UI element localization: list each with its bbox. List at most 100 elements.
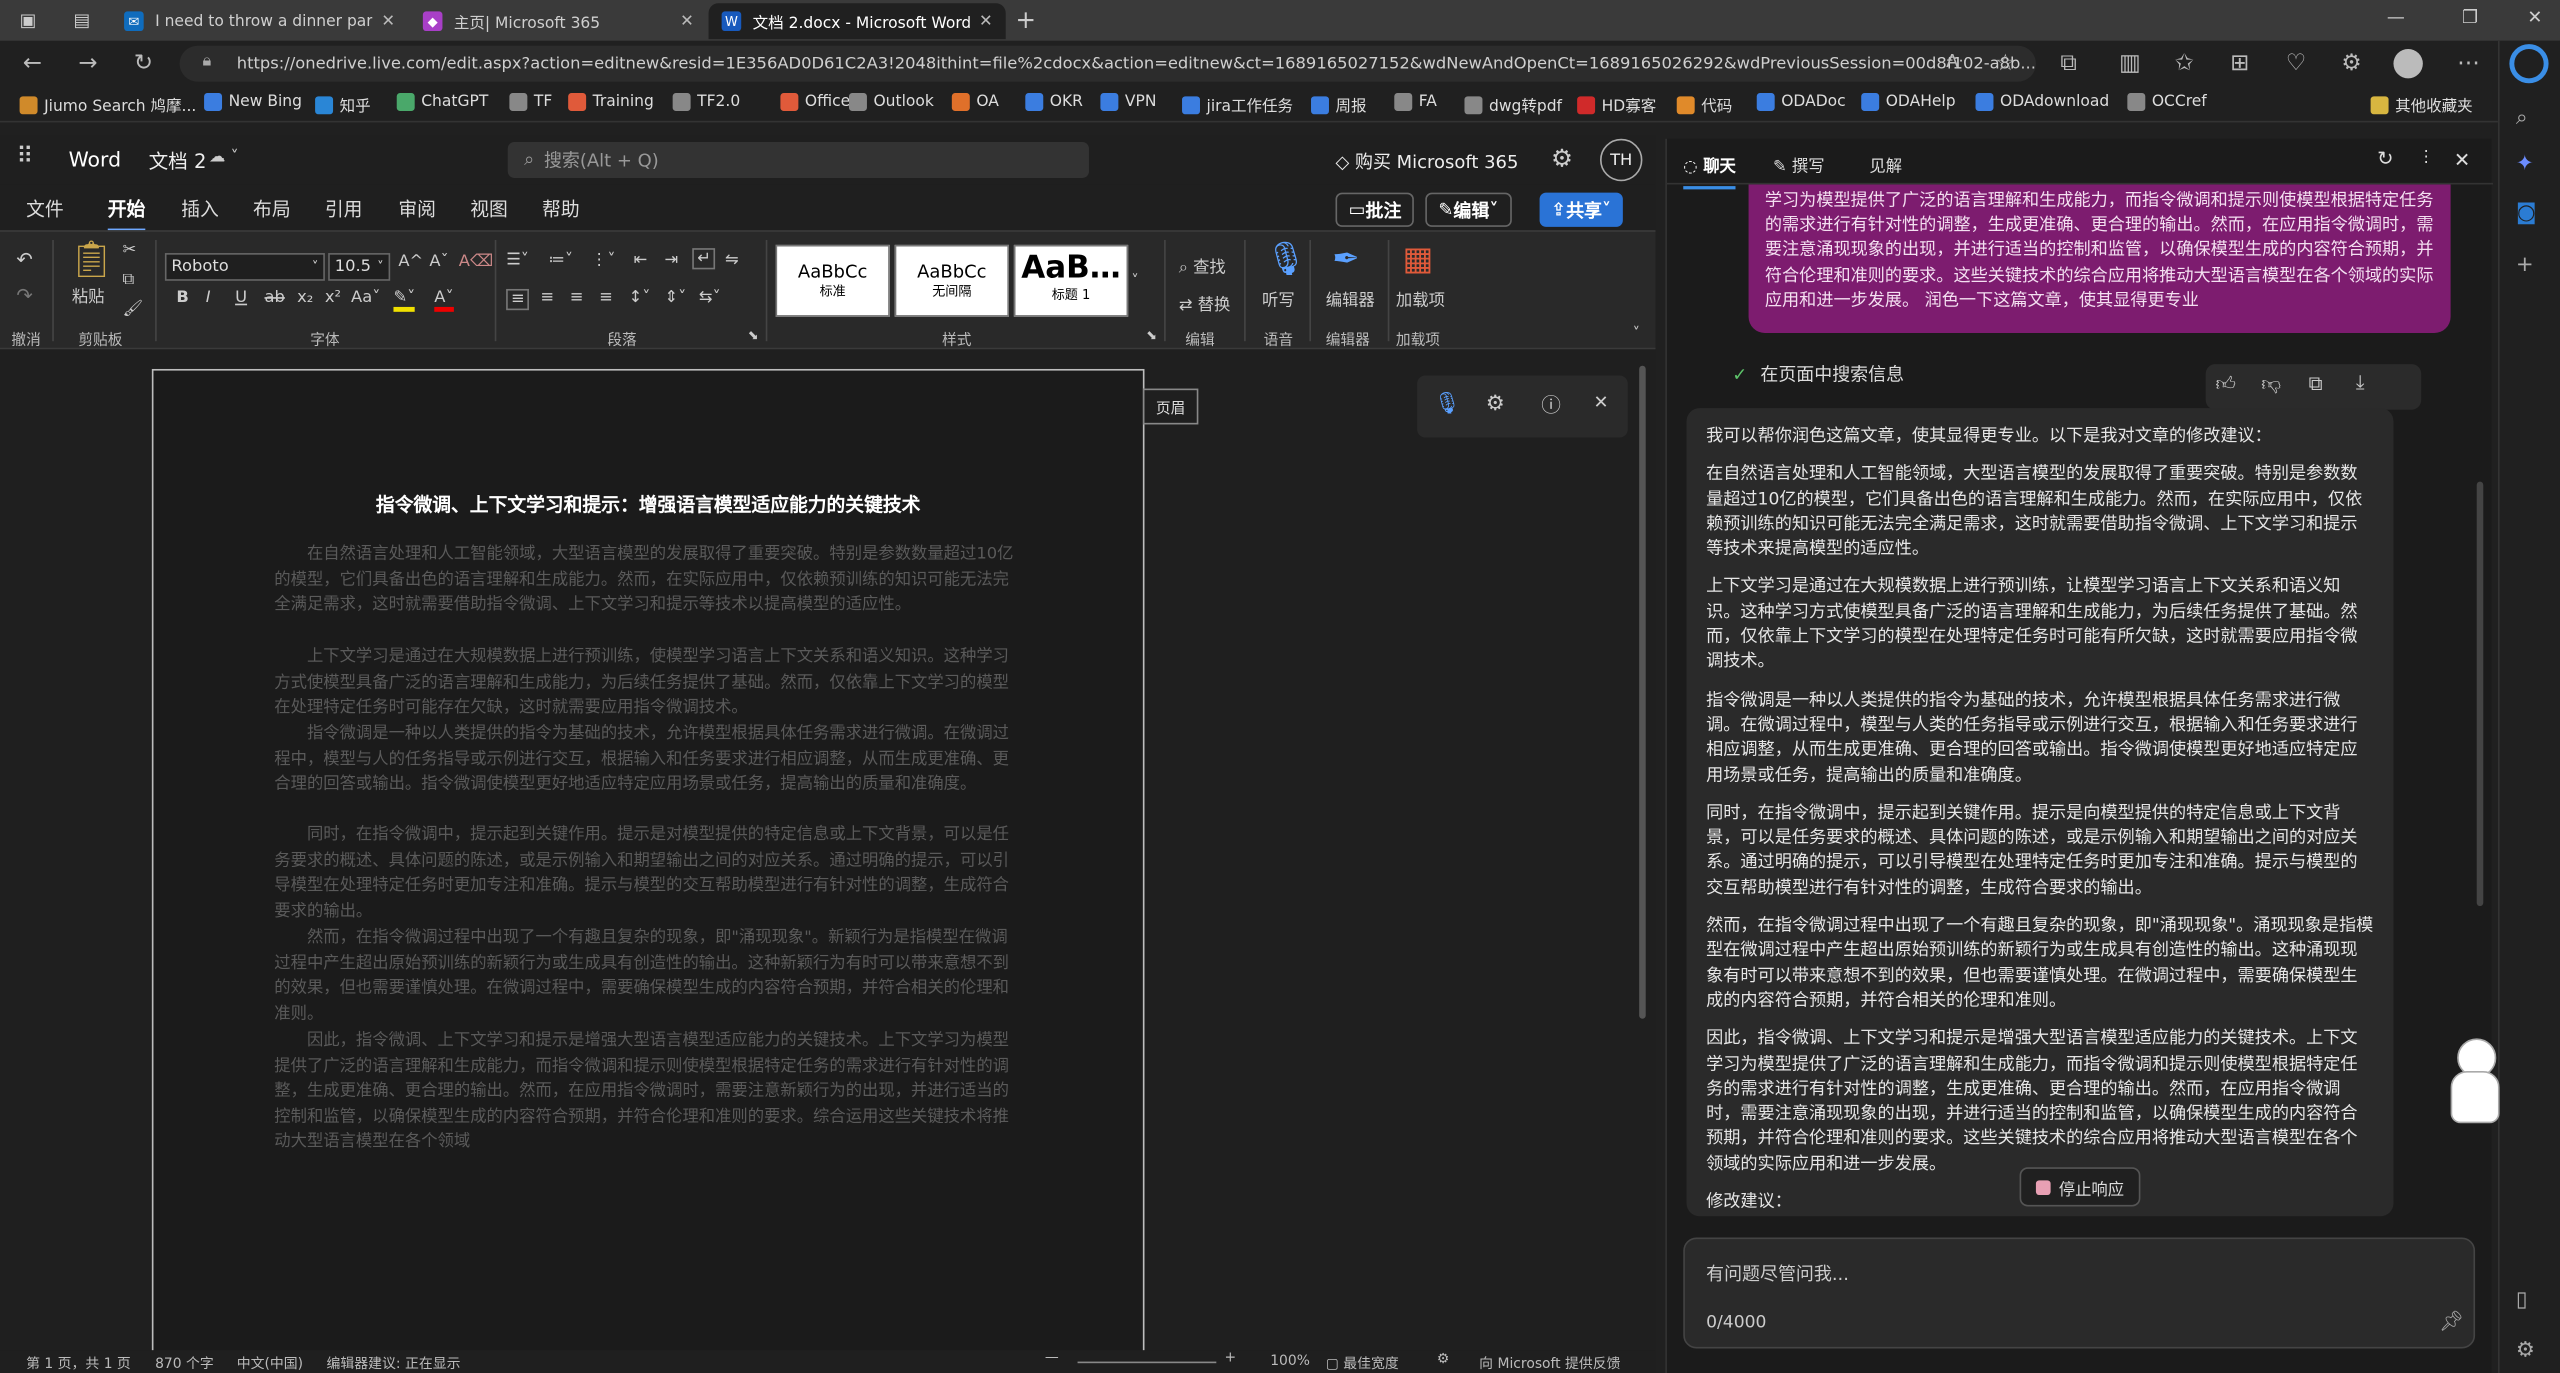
bookmark-item[interactable]: dwg转pdf bbox=[1464, 93, 1562, 116]
bookmark-item[interactable]: TF bbox=[509, 93, 552, 112]
shrink-font-icon[interactable]: Aˇ bbox=[429, 253, 448, 271]
font-name-select[interactable]: Roboto ˅ bbox=[164, 253, 325, 281]
tab-insert[interactable]: 插入 bbox=[181, 196, 219, 222]
clear-format-icon[interactable]: A⌫ bbox=[459, 253, 493, 271]
thumbs-up-icon[interactable]: 👍︎ bbox=[2216, 372, 2236, 396]
align-center-icon[interactable]: ≡ bbox=[540, 289, 554, 307]
paragraph[interactable]: 因此，指令微调、上下文学习和提示是增强大型语言模型适应能力的关键技术。上下文学习… bbox=[274, 1029, 1017, 1156]
paste-icon[interactable]: 📋︎ bbox=[69, 240, 115, 281]
zoom-slider[interactable] bbox=[1077, 1361, 1217, 1364]
multilevel-list-icon[interactable]: ⋮˅ bbox=[591, 251, 615, 269]
document-page[interactable]: 指令微调、上下文学习和提示：增强语言模型适应能力的关键技术 在自然语言处理和人工… bbox=[151, 368, 1145, 1373]
bookmark-item[interactable]: VPN bbox=[1100, 93, 1156, 112]
tab-file[interactable]: 文件 bbox=[26, 196, 64, 222]
browser-tab[interactable]: ✉ I need to throw a dinner party fo ✕ bbox=[111, 3, 408, 39]
help-icon[interactable]: ⓘ bbox=[1541, 390, 1561, 418]
share-button[interactable]: ⇪ 共享 ˅ bbox=[1539, 192, 1623, 227]
microphone-icon[interactable]: 🎙︎ bbox=[1265, 238, 1306, 277]
more-options-icon[interactable]: ⋮ bbox=[2418, 149, 2434, 167]
address-bar[interactable]: 🔒︎ https://onedrive.live.com/edit.aspx?a… bbox=[179, 45, 2036, 82]
pin-icon[interactable]: 📌︎ bbox=[2439, 1309, 2464, 1332]
zoom-out-icon[interactable]: — bbox=[1045, 1350, 1059, 1366]
bookmark-item[interactable]: ChatGPT bbox=[396, 93, 488, 112]
zoom-in-icon[interactable]: + bbox=[1224, 1350, 1236, 1366]
profile-avatar[interactable] bbox=[2393, 48, 2423, 79]
split-screen-icon[interactable]: ▥ bbox=[2119, 51, 2141, 77]
bullets-icon[interactable]: ☰˅ bbox=[506, 251, 529, 269]
collapse-ribbon-icon[interactable]: ˅ bbox=[1633, 327, 1640, 343]
settings-icon[interactable]: ⚙ bbox=[2516, 1339, 2535, 1363]
favorite-star-icon[interactable]: ☆ bbox=[1995, 51, 2016, 77]
thumbs-down-icon[interactable]: 👎︎ bbox=[2261, 372, 2281, 396]
comment-button[interactable]: ▭ 批注 bbox=[1335, 192, 1415, 227]
undo-icon[interactable]: ↶ bbox=[16, 248, 32, 271]
performance-icon[interactable]: ♡ bbox=[2286, 51, 2307, 77]
bookmark-item[interactable]: Outlook bbox=[848, 93, 934, 112]
format-painter-icon[interactable]: 🖌︎ bbox=[122, 300, 143, 318]
header-tag[interactable]: 页眉 bbox=[1142, 388, 1199, 425]
replace-button[interactable]: ⇄ 替换 bbox=[1179, 291, 1231, 315]
copy-icon[interactable]: ⧉ bbox=[2309, 372, 2323, 396]
extensions-icon[interactable]: ⧉ bbox=[2060, 51, 2076, 77]
bookmark-item[interactable]: Jiumo Search 鸠摩... bbox=[19, 93, 197, 116]
italic-icon[interactable]: I bbox=[206, 289, 211, 307]
bing-chat-icon[interactable] bbox=[2509, 44, 2549, 84]
paragraph[interactable]: 指令微调是一种以人类提供的指令为基础的技术，允许模型根据具体任务需求进行微调。在… bbox=[274, 722, 1017, 825]
tab-compose[interactable]: ✎ 撰写 bbox=[1773, 152, 1825, 176]
decrease-indent-icon[interactable]: ⇤ bbox=[633, 251, 647, 269]
underline-icon[interactable]: U bbox=[235, 289, 247, 307]
word-count[interactable]: 870 个字 bbox=[155, 1353, 214, 1373]
browser-essentials-icon[interactable]: ⚙ bbox=[2341, 51, 2362, 77]
bookmark-item[interactable]: OA bbox=[951, 93, 999, 112]
close-tab-icon[interactable]: ✕ bbox=[979, 12, 993, 30]
cut-icon[interactable]: ✂ bbox=[122, 242, 136, 260]
close-tab-icon[interactable]: ✕ bbox=[381, 12, 395, 30]
paste-label[interactable]: 粘贴 bbox=[72, 282, 105, 307]
search-icon[interactable]: ⌕ bbox=[2516, 106, 2528, 130]
search-box[interactable]: ⌕ 搜索(Alt + Q) bbox=[507, 142, 1089, 178]
paragraph-direction-icon[interactable]: ⇆˅ bbox=[699, 289, 721, 307]
addins-label[interactable]: 加载项 bbox=[1396, 286, 1445, 310]
bookmark-item[interactable]: FA bbox=[1394, 93, 1437, 112]
dictate-label[interactable]: 听写 bbox=[1262, 286, 1295, 310]
bookmark-item[interactable]: 知乎 bbox=[315, 93, 371, 116]
copy-icon[interactable]: ⧉ bbox=[122, 271, 134, 289]
language[interactable]: 中文(中国) bbox=[237, 1353, 303, 1373]
increase-indent-icon[interactable]: ⇥ bbox=[664, 251, 678, 269]
style-normal[interactable]: AaBbCc 标准 bbox=[775, 244, 890, 317]
bookmark-item[interactable]: ODAdownload bbox=[1975, 93, 2109, 112]
paragraph-spacing-icon[interactable]: ⇕˅ bbox=[664, 289, 686, 307]
find-button[interactable]: ⌕ 查找 bbox=[1179, 253, 1226, 278]
focus-icon[interactable]: ⚙ bbox=[1437, 1352, 1449, 1368]
tab-view[interactable]: 视图 bbox=[470, 196, 508, 222]
font-color-icon[interactable]: A˅ bbox=[434, 289, 454, 312]
change-case-icon[interactable]: Aa˅ bbox=[351, 289, 380, 307]
bookmark-item[interactable]: 代码 bbox=[1676, 93, 1732, 116]
bookmark-item[interactable]: HD寡客 bbox=[1577, 93, 1656, 116]
refresh-icon[interactable]: ↻ bbox=[134, 51, 153, 77]
browser-tab[interactable]: ◆ 主页| Microsoft 365 ✕ bbox=[410, 3, 707, 39]
app-name[interactable]: Word bbox=[69, 147, 121, 171]
new-tab-icon[interactable]: + bbox=[1016, 5, 1037, 34]
restore-icon[interactable]: ❐ bbox=[2462, 7, 2478, 28]
document-name[interactable]: 文档 2 bbox=[149, 147, 207, 175]
bookmark-item[interactable]: Office bbox=[780, 93, 850, 112]
tab-references[interactable]: 引用 bbox=[325, 196, 363, 222]
superscript-icon[interactable]: x² bbox=[325, 289, 341, 307]
numbering-icon[interactable]: ≔˅ bbox=[549, 251, 573, 269]
microphone-icon[interactable]: 🎙︎ bbox=[1433, 392, 1460, 416]
user-avatar[interactable]: TH bbox=[1599, 138, 1643, 182]
tab-help[interactable]: 帮助 bbox=[542, 196, 580, 222]
close-tab-icon[interactable]: ✕ bbox=[680, 12, 694, 30]
feedback-link[interactable]: 向 Microsoft 提供反馈 bbox=[1479, 1353, 1620, 1373]
tab-review[interactable]: 审阅 bbox=[398, 196, 436, 222]
redo-icon[interactable]: ↷ bbox=[16, 284, 32, 307]
show-marks-icon[interactable]: ↵ bbox=[692, 248, 716, 270]
bookmark-item[interactable]: 周报 bbox=[1311, 93, 1367, 116]
editor-suggestions[interactable]: 编辑器建议: 正在显示 bbox=[327, 1353, 461, 1373]
tab-home[interactable]: 开始 bbox=[107, 196, 146, 232]
close-pane-icon[interactable]: ✕ bbox=[2454, 149, 2470, 172]
tab-layout[interactable]: 布局 bbox=[253, 196, 291, 222]
more-menu-icon[interactable]: ⋯ bbox=[2457, 51, 2480, 77]
close-window-icon[interactable]: ✕ bbox=[2527, 7, 2542, 28]
